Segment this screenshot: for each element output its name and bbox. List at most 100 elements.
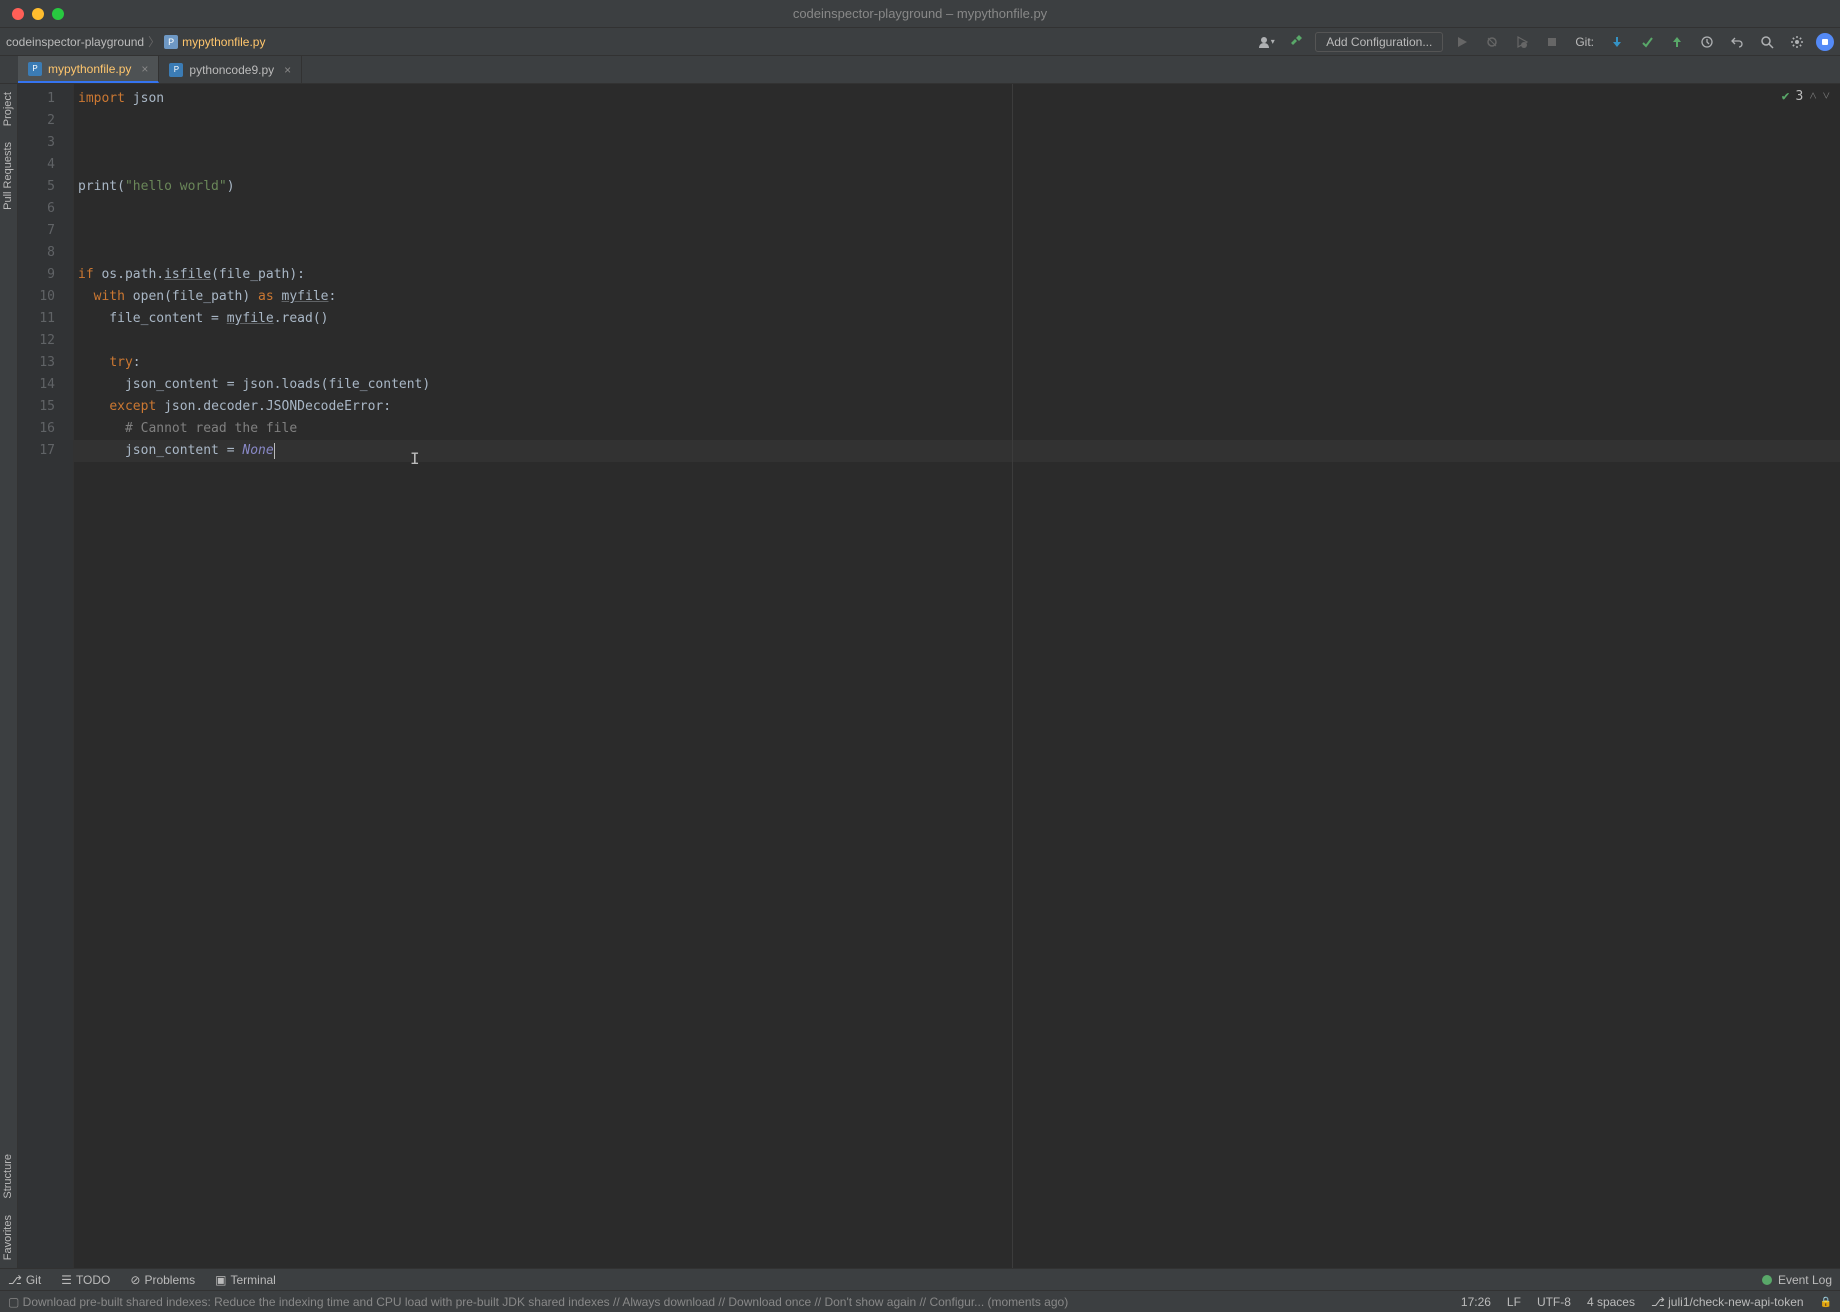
line-number[interactable]: 1 [18,88,73,110]
tool-git[interactable]: Git [8,1273,41,1287]
code-line[interactable] [74,110,1840,132]
code-line[interactable] [74,242,1840,264]
tool-todo[interactable]: ☰ TODO [61,1273,110,1287]
search-icon[interactable] [1756,31,1778,53]
code-line[interactable]: file_content = myfile.read() [74,308,1840,330]
line-number[interactable]: 16 [18,418,73,440]
code-line[interactable] [74,198,1840,220]
code-line[interactable]: except json.decoder.JSONDecodeError: [74,396,1840,418]
settings-icon[interactable] [1786,31,1808,53]
revert-icon[interactable] [1726,31,1748,53]
code-line[interactable]: json_content = json.loads(file_content) [74,374,1840,396]
plugin-badge-icon[interactable] [1816,33,1834,51]
debug-button[interactable] [1481,31,1503,53]
status-message[interactable]: ▢ Download pre-built shared indexes: Red… [8,1295,1068,1309]
window-controls [0,8,64,20]
code-line[interactable]: import json [74,88,1840,110]
hammer-icon[interactable] [1285,31,1307,53]
statusbar: ▢ Download pre-built shared indexes: Red… [0,1290,1840,1312]
status-indent[interactable]: 4 spaces [1587,1295,1635,1309]
code-line[interactable] [74,132,1840,154]
inspection-widget[interactable]: ✔ 3 ˄ ˅ [1782,88,1830,104]
minimize-window-button[interactable] [32,8,44,20]
code-line[interactable]: # Cannot read the file [74,418,1840,440]
git-push-icon[interactable] [1666,31,1688,53]
line-number[interactable]: 2 [18,110,73,132]
tab-label: pythoncode9.py [189,63,274,77]
python-file-icon: P [28,62,42,76]
code-line[interactable] [74,220,1840,242]
status-branch[interactable]: juli1/check-new-api-token [1651,1295,1804,1309]
close-icon[interactable]: × [137,62,148,76]
line-number[interactable]: 4 [18,154,73,176]
line-number[interactable]: 7 [18,220,73,242]
code-editor[interactable]: ✔ 3 ˄ ˅ I import json print("hello world"… [74,84,1840,1268]
git-update-icon[interactable] [1606,31,1628,53]
chevron-down-icon[interactable]: ˅ [1823,88,1830,104]
code-line[interactable]: print("hello world") [74,176,1840,198]
breadcrumb-project[interactable]: codeinspector-playground [6,35,144,49]
sidebar-pull-requests[interactable]: Pull Requests [0,134,16,218]
code-line[interactable]: json_content = None [74,440,1840,462]
branch-icon [8,1273,22,1287]
run-configuration-dropdown[interactable]: Add Configuration... [1315,32,1443,52]
coverage-button[interactable] [1511,31,1533,53]
python-file-icon: P [164,35,178,49]
line-number[interactable]: 13 [18,352,73,374]
line-number[interactable]: 12 [18,330,73,352]
tab-mypythonfile[interactable]: P mypythonfile.py × [18,56,159,83]
line-number[interactable]: 11 [18,308,73,330]
bottom-toolbar: Git ☰ TODO ⊘ Problems ▣ Terminal Event L… [0,1268,1840,1290]
line-number[interactable]: 10 [18,286,73,308]
history-icon[interactable] [1696,31,1718,53]
line-number[interactable]: 5 [18,176,73,198]
line-number[interactable]: 6 [18,198,73,220]
sidebar-favorites[interactable]: Favorites [0,1207,16,1268]
editor-area: 1234567891011121314151617 ✔ 3 ˄ ˅ I impo… [18,84,1840,1268]
check-icon: ✔ [1782,89,1790,104]
breadcrumb-file[interactable]: mypythonfile.py [182,35,265,49]
user-icon[interactable]: ▾ [1255,31,1277,53]
stop-button[interactable] [1541,31,1563,53]
line-number[interactable]: 14 [18,374,73,396]
python-file-icon: P [169,63,183,77]
line-number[interactable]: 9 [18,264,73,286]
sidebar-left: Project Pull Requests Structure Favorite… [0,84,18,1268]
text-cursor-icon: I [410,449,420,468]
status-encoding[interactable]: UTF-8 [1537,1295,1571,1309]
code-line[interactable] [74,330,1840,352]
editor-tabs: P mypythonfile.py × P pythoncode9.py × [0,56,1840,84]
line-number[interactable]: 3 [18,132,73,154]
notification-dot-icon [1762,1275,1772,1285]
maximize-window-button[interactable] [52,8,64,20]
line-number[interactable]: 17 [18,440,73,462]
window-title: codeinspector-playground – mypythonfile.… [793,6,1047,21]
close-window-button[interactable] [12,8,24,20]
tool-terminal[interactable]: ▣ Terminal [215,1273,276,1287]
line-gutter: 1234567891011121314151617 [18,84,74,1268]
tool-event-log[interactable]: Event Log [1762,1273,1832,1287]
branch-icon [1651,1295,1665,1309]
lock-icon[interactable] [1820,1296,1832,1308]
line-number[interactable]: 15 [18,396,73,418]
tab-label: mypythonfile.py [48,62,131,76]
code-line[interactable] [74,154,1840,176]
titlebar: codeinspector-playground – mypythonfile.… [0,0,1840,28]
sidebar-project[interactable]: Project [0,84,16,134]
chevron-up-icon[interactable]: ˄ [1809,88,1816,104]
code-line[interactable]: with open(file_path) as myfile: [74,286,1840,308]
line-number[interactable]: 8 [18,242,73,264]
run-button[interactable] [1451,31,1473,53]
code-line[interactable]: if os.path.isfile(file_path): [74,264,1840,286]
tool-problems[interactable]: ⊘ Problems [130,1273,195,1287]
status-line-separator[interactable]: LF [1507,1295,1521,1309]
close-icon[interactable]: × [280,63,291,77]
breadcrumb: codeinspector-playground 〉 P mypythonfil… [6,33,265,50]
status-position[interactable]: 17:26 [1461,1295,1491,1309]
code-line[interactable]: try: [74,352,1840,374]
navigation-bar: codeinspector-playground 〉 P mypythonfil… [0,28,1840,56]
caret [274,443,275,459]
git-commit-icon[interactable] [1636,31,1658,53]
tab-pythoncode9[interactable]: P pythoncode9.py × [159,56,302,83]
sidebar-structure[interactable]: Structure [0,1146,16,1207]
